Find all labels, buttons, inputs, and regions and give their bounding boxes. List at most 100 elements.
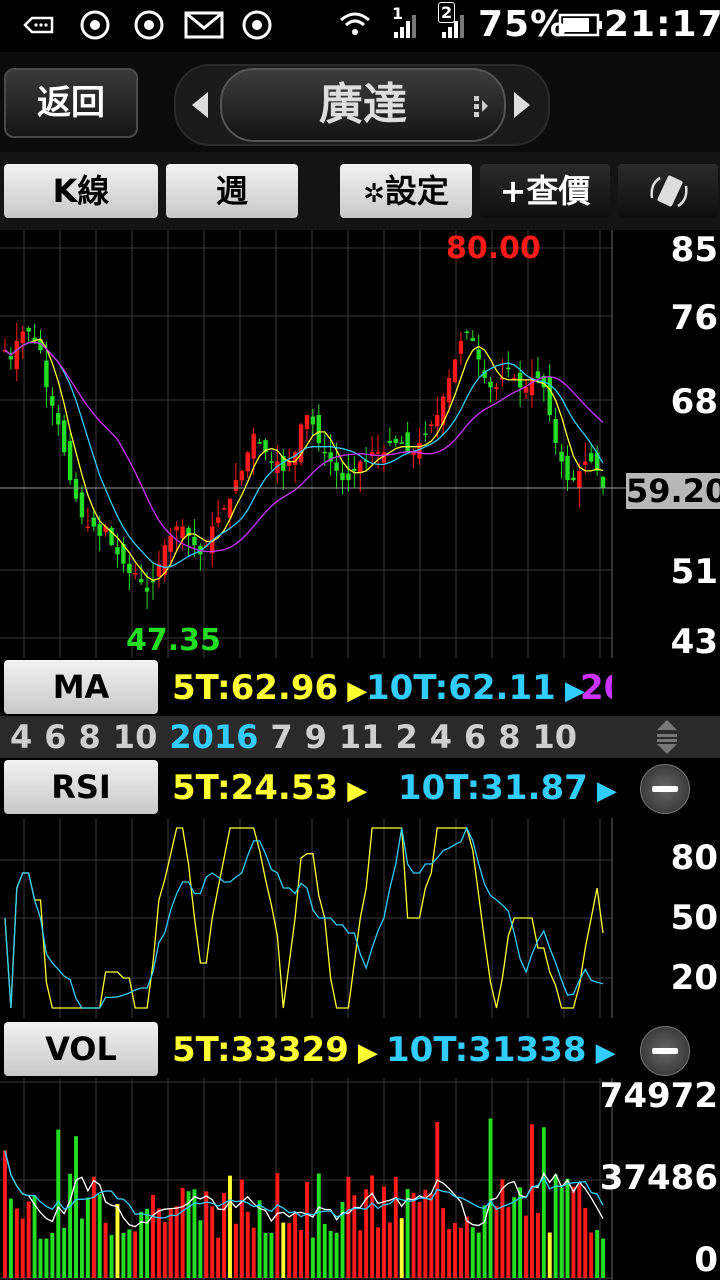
back-button-label: 返回 (37, 83, 105, 123)
candle-body (458, 340, 464, 354)
next-arrow-icon[interactable] (510, 90, 534, 120)
prev-arrow-icon[interactable] (188, 90, 212, 120)
battery-icon (558, 13, 602, 37)
volume-bar (174, 1206, 179, 1278)
time-axis-label: 2016 (169, 718, 259, 756)
rsi-button-label: RSI (51, 768, 111, 806)
volume-bar (44, 1238, 49, 1278)
candle-body (133, 573, 138, 575)
stock-name[interactable]: 廣達 (220, 68, 506, 142)
candle-body (269, 461, 274, 463)
period-button[interactable]: 週 (166, 164, 298, 218)
chrome-icon (80, 10, 110, 40)
rsi-5t-label: 5T:24.53 (172, 768, 339, 808)
volume-bar (251, 1227, 256, 1278)
candle-body (215, 517, 221, 523)
arrow-icon: ▶ (587, 776, 617, 806)
candle-body (14, 340, 20, 370)
volume-bar (133, 1231, 138, 1278)
gmail-icon (184, 11, 224, 39)
volume-bar (228, 1175, 232, 1278)
candle-body (304, 415, 310, 429)
time-axis-label: 6 (463, 718, 487, 756)
candle-body (251, 433, 256, 459)
ma-button[interactable]: MA (4, 660, 158, 714)
resize-handle-icon[interactable] (652, 718, 682, 756)
signal-2-icon (442, 15, 464, 38)
rsi-collapse-button[interactable] (640, 764, 690, 814)
time-axis-label: 11 (338, 718, 384, 756)
rsi-axis-20: 20 (670, 958, 718, 998)
price-chart[interactable]: 80.00 47.35 (0, 230, 720, 658)
volume-bar (316, 1173, 321, 1278)
volume-bar (233, 1223, 238, 1278)
volume-bar (151, 1194, 155, 1278)
price-axis-43: 43 (670, 622, 718, 662)
volume-bar (263, 1232, 268, 1278)
quote-button[interactable]: +查價 (480, 164, 610, 218)
candle-body (257, 442, 262, 444)
rsi-5t-value: 5T:24.53 ▶ (172, 768, 367, 808)
candle-body (553, 418, 558, 443)
volume-bar (216, 1237, 221, 1278)
ma-5t-value: 5T:62.96 ▶ (172, 668, 367, 708)
volume-bar (3, 1150, 7, 1278)
price-grid (0, 230, 613, 658)
vol-10t-label: 10T:31338 (386, 1030, 587, 1070)
rsi-button[interactable]: RSI (4, 760, 158, 814)
chrome-icon (134, 10, 164, 40)
volume-bar (553, 1174, 558, 1278)
time-axis-label: 6 (44, 718, 67, 756)
candle-body (535, 371, 541, 378)
rotate-button[interactable] (618, 164, 718, 218)
volume-bar (97, 1194, 102, 1278)
candle-body (91, 517, 96, 527)
candle-body (79, 492, 85, 518)
candle-body (352, 468, 357, 471)
volume-bar (601, 1238, 605, 1278)
candle-body (44, 360, 49, 388)
candle-body (488, 381, 493, 388)
time-axis-label: 9 (304, 718, 327, 756)
volume-bar (103, 1222, 108, 1278)
volume-bar (32, 1195, 37, 1278)
candle-body (310, 416, 316, 425)
plus-icon: + (499, 172, 527, 210)
volume-bar (328, 1230, 333, 1278)
candle-body (8, 356, 14, 360)
candle-body (494, 387, 499, 389)
volume-bar (500, 1179, 505, 1278)
battery-percent: 75% (478, 4, 568, 45)
candle-body (115, 547, 120, 555)
volume-bar (310, 1237, 315, 1278)
volume-bar (518, 1187, 523, 1278)
candle-body (138, 579, 144, 583)
volume-bar (435, 1121, 440, 1278)
candle-body (61, 420, 67, 453)
moving-average-lines (4, 338, 604, 582)
time-axis-label: 10 (112, 718, 158, 756)
volume-bar (441, 1208, 446, 1278)
vol-axis-mid: 37486 (599, 1158, 718, 1198)
price-axis-68: 68 (670, 382, 718, 422)
rsi-10t-label: 10T:31.87 (398, 768, 588, 808)
volume-bar (281, 1222, 286, 1278)
period-button-label: 週 (215, 172, 248, 210)
vol-collapse-button[interactable] (640, 1026, 690, 1076)
volume-bar (506, 1207, 511, 1278)
volume-bar (512, 1197, 517, 1278)
candle-body (452, 359, 458, 382)
time-axis-label: 4 (10, 718, 33, 756)
kline-button[interactable]: K線 (4, 164, 158, 218)
settings-button[interactable]: ✲設定 (340, 164, 472, 218)
back-button[interactable]: 返回 (4, 68, 138, 138)
kline-button-label: K線 (52, 172, 110, 210)
candle-body (577, 470, 582, 489)
ma-20t-value: 20 (580, 668, 612, 708)
volume-bar (405, 1189, 410, 1278)
wifi-icon (340, 12, 370, 35)
arrow-icon: ▶ (348, 1038, 378, 1068)
rsi-chart[interactable] (0, 818, 720, 1018)
volume-bars (3, 1118, 605, 1278)
vol-button[interactable]: VOL (4, 1022, 158, 1076)
